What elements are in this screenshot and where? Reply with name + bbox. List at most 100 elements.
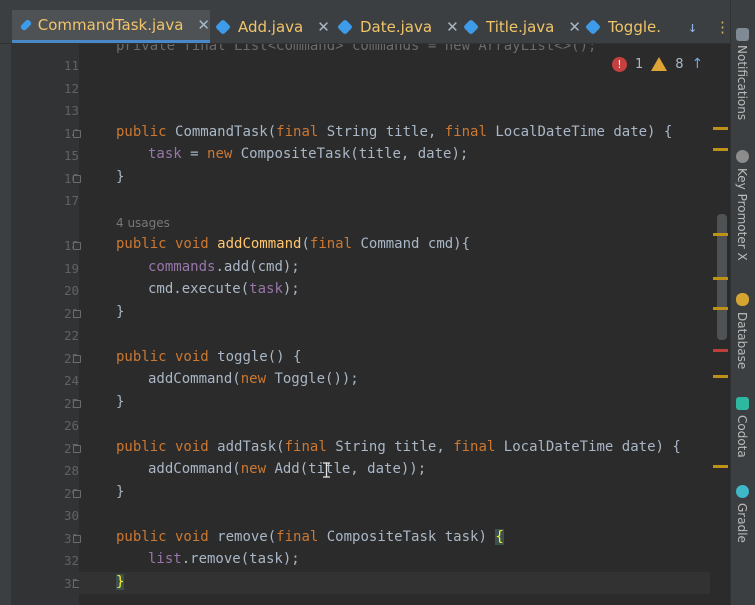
keyword: final	[284, 439, 336, 455]
field: list	[148, 551, 182, 567]
method-name: addCommand	[217, 236, 302, 252]
editor-scrollbar[interactable]	[710, 44, 730, 605]
keyword: public void	[116, 349, 218, 365]
tab-toggle[interactable]: Toggle.	[585, 10, 661, 43]
keyword: new	[207, 146, 241, 162]
close-icon[interactable]: ✕	[197, 16, 210, 34]
more-icon[interactable]: ⋮	[715, 18, 730, 36]
identifier: String title,	[335, 439, 454, 455]
line-number-gutter: 11 12 13 14 15 16 17 18 19 20 21 22 23 2…	[11, 44, 81, 605]
code-line-partial: private final List<Command> commands = n…	[116, 44, 597, 54]
method-name: toggle	[217, 349, 268, 365]
identifier: .add(cmd);	[215, 259, 300, 275]
fold-toggle-icon[interactable]	[73, 445, 81, 453]
tab-add[interactable]: Add.java ✕	[215, 10, 330, 43]
keyword: final	[453, 439, 504, 455]
key-promoter-icon	[736, 150, 749, 163]
code-line-16: }	[116, 169, 125, 185]
previous-highlight-icon[interactable]: ↑	[692, 56, 704, 72]
right-tool-window-bar: Notifications Key Promoter X Database Co…	[730, 0, 755, 605]
identifier: Command cmd){	[360, 236, 471, 252]
method-name: addTask	[217, 439, 277, 455]
editor-tab-bar: CommandTask.java ✕ Add.java ✕ Date.java …	[0, 10, 730, 44]
code-line-24: addCommand(new Toggle());	[148, 371, 359, 387]
close-icon[interactable]: ✕	[568, 18, 581, 36]
tool-window-database[interactable]: Database	[735, 312, 749, 369]
window-top-strip	[0, 0, 730, 10]
keyword: new	[240, 371, 275, 387]
fold-toggle-icon[interactable]	[73, 355, 81, 363]
warning-marker[interactable]	[713, 233, 728, 236]
inspection-widget[interactable]: ! 1 8 ↑ ↓	[611, 56, 723, 72]
tab-label: Date.java	[360, 17, 433, 36]
warning-marker[interactable]	[713, 465, 728, 468]
text-cursor-icon	[323, 462, 330, 478]
code-line-28: addCommand(new Add(title, date));	[148, 461, 426, 477]
warning-marker[interactable]	[713, 375, 728, 378]
tool-window-key-promoter[interactable]: Key Promoter X	[735, 168, 749, 261]
code-line-33: }	[116, 574, 125, 590]
fold-toggle-icon[interactable]	[73, 400, 81, 408]
identifier: .remove(task);	[181, 551, 300, 567]
fold-toggle-icon[interactable]	[73, 490, 81, 498]
fold-toggle-icon[interactable]	[73, 175, 81, 183]
field: task	[249, 281, 283, 297]
keyword: public void	[116, 236, 218, 252]
identifier: CommandTask	[175, 124, 268, 140]
error-marker[interactable]	[713, 349, 728, 352]
notifications-icon	[736, 28, 749, 41]
keyword: final	[444, 124, 496, 140]
usages-hint[interactable]: 4 usages	[116, 216, 170, 230]
code-line-15: task = new CompositeTask(title, date);	[148, 146, 468, 162]
gradle-icon	[736, 485, 749, 498]
tab-label: Title.java	[486, 17, 555, 36]
warning-marker[interactable]	[713, 127, 728, 130]
codota-icon	[736, 397, 749, 410]
code-line-27: public void addTask(final String title, …	[116, 439, 681, 455]
error-count: 1	[634, 56, 644, 72]
code-line-20: cmd.execute(task);	[148, 281, 300, 297]
tab-title[interactable]: Title.java ✕	[463, 10, 581, 43]
fold-toggle-icon[interactable]	[73, 310, 81, 318]
punct: (	[301, 236, 310, 252]
code-editor[interactable]: private final List<Command> commands = n…	[84, 44, 710, 605]
matched-brace: {	[495, 529, 504, 545]
punct: (	[267, 529, 277, 545]
line-number: 20	[63, 283, 79, 298]
punct: =	[181, 146, 208, 162]
line-number: 30	[63, 508, 79, 523]
warning-marker[interactable]	[713, 277, 728, 280]
identifier: cmd.execute(	[148, 281, 250, 297]
tab-commandtask[interactable]: CommandTask.java ✕	[12, 10, 210, 43]
show-hidden-tabs-icon[interactable]: ↓	[688, 18, 697, 36]
warning-marker[interactable]	[713, 307, 728, 310]
tab-date[interactable]: Date.java ✕	[337, 10, 459, 43]
code-line-25: }	[116, 394, 125, 410]
keyword: public void	[116, 439, 218, 455]
line-number: 15	[63, 148, 79, 163]
warning-marker[interactable]	[713, 148, 728, 151]
tab-label: Toggle.	[608, 17, 661, 36]
close-icon[interactable]: ✕	[446, 18, 459, 36]
close-icon[interactable]: ✕	[317, 18, 330, 36]
line-number: 11	[63, 58, 79, 73]
keyword: final	[276, 529, 327, 545]
tool-window-gradle[interactable]: Gradle	[735, 503, 749, 543]
identifier: addCommand(	[148, 461, 241, 477]
error-icon: !	[611, 56, 627, 72]
tab-tools: ↓ ⋮	[688, 10, 730, 43]
java-class-icon	[19, 18, 33, 32]
punct: );	[282, 281, 300, 297]
tool-window-codota[interactable]: Codota	[735, 415, 749, 458]
line-number: 26	[63, 418, 79, 433]
method-name: remove	[217, 529, 268, 545]
punct: (	[276, 439, 285, 455]
code-line-29: }	[116, 484, 125, 500]
tool-window-notifications[interactable]: Notifications	[735, 45, 749, 120]
fold-toggle-icon[interactable]	[73, 130, 81, 138]
identifier: LocalDateTime date) {	[503, 439, 681, 455]
line-number: 28	[63, 463, 79, 478]
fold-toggle-icon[interactable]	[73, 535, 81, 543]
line-number: 24	[63, 373, 79, 388]
fold-toggle-icon[interactable]	[73, 242, 81, 250]
